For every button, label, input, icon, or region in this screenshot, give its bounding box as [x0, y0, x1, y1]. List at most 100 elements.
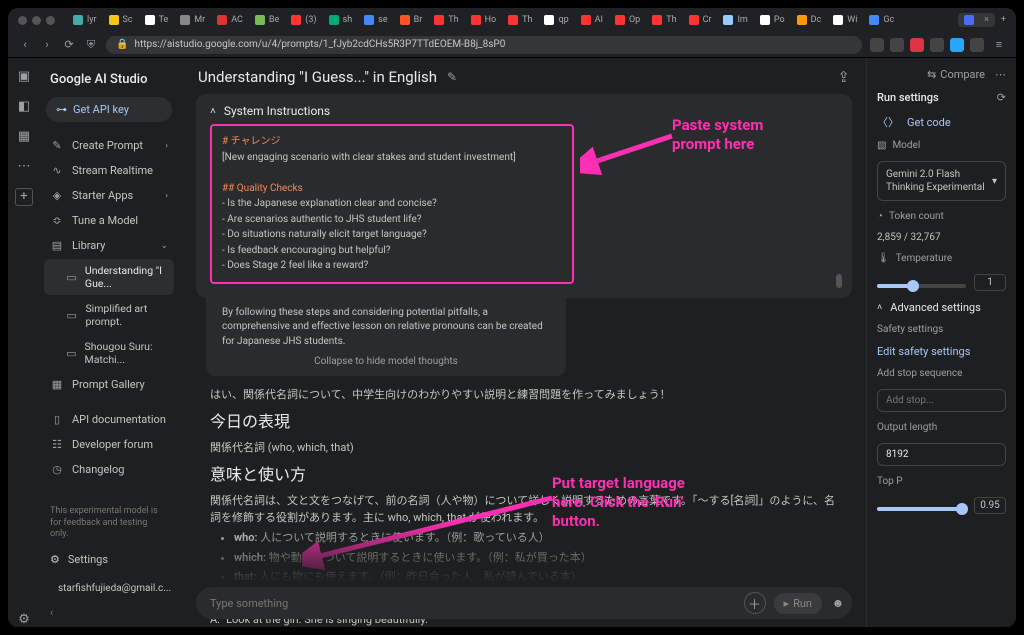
reset-icon[interactable]: ⟳	[997, 91, 1006, 104]
browser-tab[interactable]: lyr	[69, 15, 101, 25]
browser-tab[interactable]: Th	[430, 15, 462, 25]
nav-dev-forum[interactable]: ☷Developer forum	[44, 433, 174, 456]
url-field[interactable]: 🔒 https://aistudio.google.com/u/4/prompt…	[106, 36, 862, 54]
nav-starter-apps[interactable]: ◈Starter Apps›	[44, 184, 174, 207]
sidebar: Google AI Studio ⊶ Get API key ✎Create P…	[40, 58, 182, 627]
top-p-value[interactable]: 0.95	[974, 497, 1006, 514]
edit-title-icon[interactable]: ✎	[447, 70, 457, 84]
browser-tab[interactable]: Br	[396, 15, 427, 25]
compare-icon: ⇆	[927, 68, 936, 81]
nav-fwd-icon[interactable]: ›	[40, 38, 54, 51]
advanced-settings-toggle[interactable]: ˄ Advanced settings	[877, 301, 1006, 314]
nav-prompt-gallery[interactable]: ▦Prompt Gallery	[44, 373, 174, 396]
browser-tab[interactable]: sh	[325, 15, 357, 25]
add-attachment-button[interactable]: ＋	[744, 592, 766, 614]
apps-icon: ◈	[50, 189, 64, 202]
nav-changelog[interactable]: ◷Changelog	[44, 458, 174, 481]
stop-sequence-input[interactable]: Add stop...	[877, 389, 1006, 412]
play-icon: ▸	[784, 597, 790, 610]
doc-icon: ▯	[50, 413, 64, 426]
new-tab-button[interactable]: +	[1001, 15, 1006, 25]
browser-tab[interactable]: Ho	[467, 15, 501, 25]
menu-icon[interactable]: ≡	[992, 38, 1006, 51]
share-icon[interactable]: ⇪	[837, 68, 850, 86]
nav-tune-model[interactable]: ≎Tune a Model	[44, 209, 174, 232]
mask-icon[interactable]: ☻	[830, 596, 846, 610]
rail-dots-icon[interactable]: ⋯	[16, 158, 32, 174]
nav-stream-realtime[interactable]: ∿Stream Realtime	[44, 159, 174, 182]
lock-icon: 🔒	[116, 39, 128, 50]
collapse-sidebar-icon[interactable]: ‹	[44, 604, 174, 621]
top-p-slider[interactable]	[877, 507, 966, 511]
system-instructions-panel: ˄ System Instructions # チャレンジ [New engag…	[196, 94, 852, 298]
chevron-down-icon: ▾	[992, 175, 997, 188]
output-length-input[interactable]: 8192	[877, 443, 1006, 466]
system-instructions-text[interactable]: # チャレンジ [New engaging scenario with clea…	[210, 124, 574, 284]
shield-icon: ⛨	[84, 38, 98, 52]
browser-tab[interactable]: Op	[611, 15, 644, 25]
rail-cube-icon[interactable]: ◧	[16, 98, 32, 114]
browser-tab[interactable]: Th	[504, 15, 536, 25]
window-controls[interactable]	[18, 16, 55, 25]
browser-tab[interactable]: Wi	[829, 15, 861, 25]
reload-icon[interactable]: ⟳	[62, 38, 76, 51]
browser-tab[interactable]: Im	[719, 15, 751, 25]
library-item-0[interactable]: ▭Understanding "I Gue...	[44, 259, 174, 295]
user-account[interactable]: starfishfujieda@gmail.c...	[44, 572, 174, 604]
chip-icon: ▧	[877, 140, 886, 151]
temperature-value[interactable]: 1	[974, 274, 1006, 291]
brand-title: Google AI Studio	[44, 68, 174, 97]
get-api-key-button[interactable]: ⊶ Get API key	[46, 97, 172, 122]
rail-home-icon[interactable]: ▣	[16, 68, 32, 84]
response-heading-1: 今日の表現	[210, 409, 838, 435]
browser-tab[interactable]: qp	[540, 15, 572, 25]
library-icon: ▤	[50, 239, 64, 252]
temperature-slider[interactable]	[877, 284, 966, 288]
compare-button[interactable]: ⇆Compare	[927, 68, 985, 81]
rail-settings-icon[interactable]: ⚙	[16, 611, 32, 627]
browser-tab-active[interactable]: ×	[958, 13, 995, 27]
browser-tab[interactable]: Te	[141, 15, 173, 25]
system-instructions-toggle[interactable]: ˄ System Instructions	[210, 104, 838, 124]
browser-tab[interactable]: Po	[756, 15, 789, 25]
gallery-icon: ▦	[50, 378, 64, 391]
scrollbar-thumb[interactable]	[836, 274, 842, 288]
nav-library[interactable]: ▤Library⌄	[44, 234, 174, 257]
key-icon: ⊶	[56, 103, 67, 116]
content-fade	[182, 521, 866, 591]
browser-tab[interactable]: Gc	[865, 15, 898, 25]
browser-tab[interactable]: Sc	[105, 15, 137, 25]
library-item-1[interactable]: ▭Simplified art prompt.	[44, 297, 174, 333]
library-item-2[interactable]: ▭Shougou Suru: Matchi...	[44, 335, 174, 371]
nav-api-docs[interactable]: ▯API documentation	[44, 408, 174, 431]
browser-tab[interactable]: Be	[251, 15, 283, 25]
main-area: Understanding "I Guess..." in English ✎ …	[182, 58, 866, 627]
browser-tab[interactable]: Th	[648, 15, 680, 25]
forum-icon: ☷	[50, 438, 64, 451]
browser-tab[interactable]: AI	[577, 15, 607, 25]
chevron-up-icon: ˄	[877, 302, 882, 313]
browser-tab[interactable]: AC	[213, 15, 247, 25]
rail-add-icon[interactable]: +	[15, 188, 33, 206]
panel-menu-icon[interactable]: ⋯	[995, 68, 1006, 81]
browser-tab[interactable]: Cr	[685, 15, 716, 25]
run-button[interactable]: ▸Run	[774, 593, 822, 614]
experimental-note: This experimental model is for feedback …	[44, 500, 174, 547]
prompt-input-bar: ＋ ▸Run ☻	[196, 587, 852, 619]
browser-tab[interactable]: (3)	[287, 15, 320, 25]
nav-back-icon[interactable]: ‹	[18, 38, 32, 51]
browser-tab[interactable]: se	[360, 15, 391, 25]
nav-create-prompt[interactable]: ✎Create Prompt›	[44, 134, 174, 157]
browser-tab[interactable]: Dc	[793, 15, 826, 25]
browser-tab[interactable]: Mr	[176, 15, 209, 25]
prompt-input[interactable]	[210, 597, 736, 610]
chevron-right-icon: ›	[165, 141, 168, 151]
rail-grid-icon[interactable]: ▦	[16, 128, 32, 144]
get-code-link[interactable]: 〈〉Get code	[877, 114, 1006, 130]
extensions[interactable]	[870, 38, 984, 52]
wave-icon: ∿	[50, 164, 64, 177]
edit-safety-link[interactable]: Edit safety settings	[877, 345, 1006, 358]
model-select[interactable]: Gemini 2.0 Flash Thinking Experimental ▾	[877, 161, 1006, 201]
sidebar-settings[interactable]: ⚙Settings	[44, 547, 174, 572]
collapse-thoughts-button[interactable]: Collapse to hide model thoughts	[222, 349, 550, 370]
